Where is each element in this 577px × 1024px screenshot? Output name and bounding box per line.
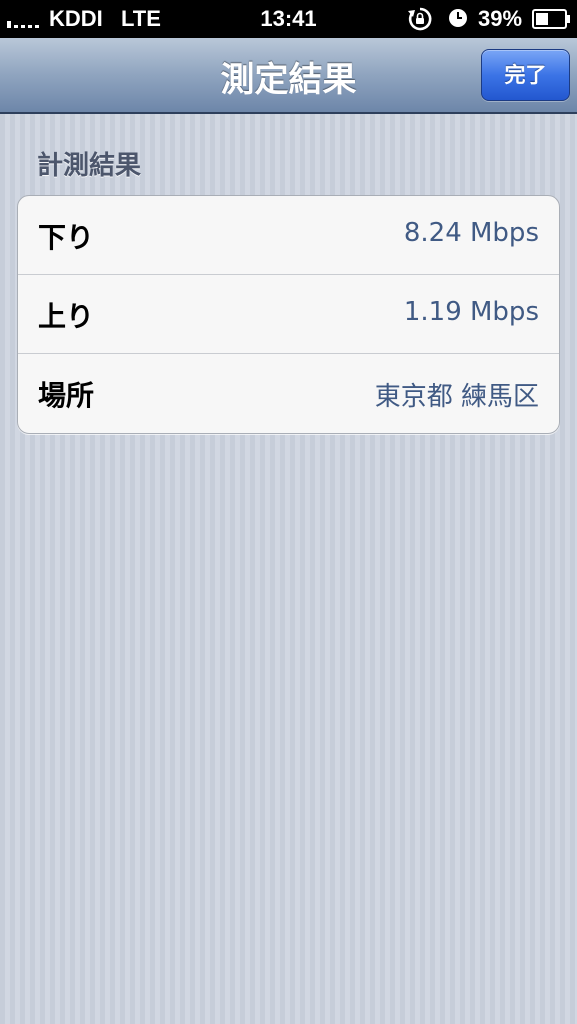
section-header: 計測結果	[37, 151, 142, 181]
status-bar: KDDI LTE 13:41 39%	[0, 0, 577, 38]
battery-icon	[532, 9, 570, 29]
row-download: 下り 8.24 Mbps	[18, 196, 559, 275]
row-label: 下り	[38, 221, 95, 254]
row-label: 上り	[38, 300, 95, 333]
row-value: 東京都 練馬区	[374, 382, 539, 412]
navigation-bar: 測定結果 完了	[0, 38, 577, 114]
row-upload: 上り 1.19 Mbps	[18, 275, 559, 354]
alarm-icon	[449, 9, 467, 27]
battery-percentage: 39%	[478, 6, 523, 31]
row-value: 8.24 Mbps	[403, 218, 539, 248]
done-button[interactable]: 完了	[481, 49, 570, 101]
results-table: 下り 8.24 Mbps 上り 1.19 Mbps 場所 東京都 練馬区	[17, 195, 560, 434]
row-location: 場所 東京都 練馬区	[18, 354, 559, 433]
row-value: 1.19 Mbps	[403, 297, 539, 327]
row-label: 場所	[38, 379, 95, 412]
rotation-lock-icon	[408, 7, 432, 31]
